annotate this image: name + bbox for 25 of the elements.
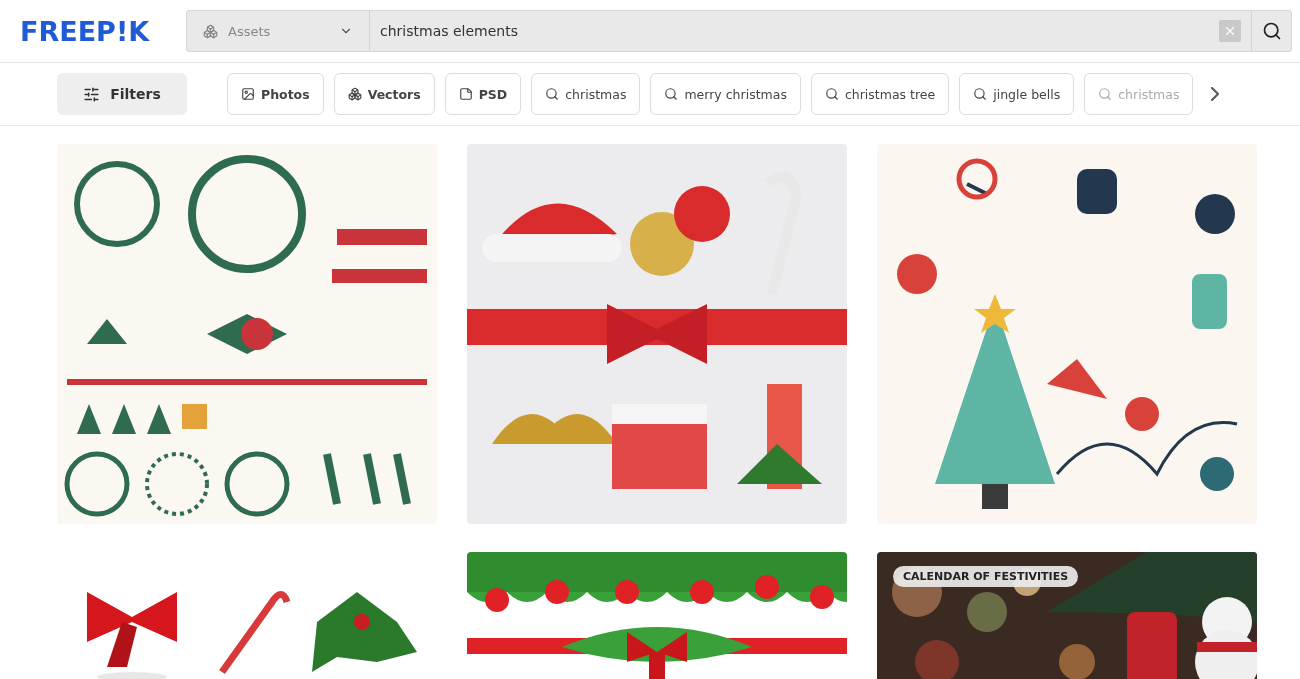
filters-button[interactable]: Filters (57, 73, 187, 115)
suggestion-chip[interactable]: merry christmas (650, 73, 801, 115)
category-icon (347, 87, 362, 101)
search-value: christmas elements (379, 23, 519, 39)
search-icon (664, 87, 679, 101)
suggestion-chip[interactable]: jingle bells (959, 73, 1075, 115)
suggestion-chip[interactable]: christmas (531, 73, 641, 115)
close-icon (1223, 24, 1237, 38)
category-icon (458, 87, 473, 101)
category-chip[interactable]: Photos (227, 73, 324, 115)
search-icon (1098, 87, 1113, 101)
category-chip[interactable]: PSD (444, 73, 522, 115)
shapes-icon (203, 23, 218, 39)
category-chip[interactable]: Vectors (333, 73, 435, 115)
logo[interactable]: FREEP!K (20, 15, 166, 47)
search-icon (973, 87, 988, 101)
search-icon (545, 87, 560, 101)
chevron-right-icon (1211, 87, 1220, 101)
search-icon (1261, 21, 1282, 41)
sliders-icon (83, 85, 101, 103)
collection-badge: CALENDAR OF FESTIVITIES (893, 566, 1079, 587)
category-icon (241, 87, 255, 101)
suggestion-chip[interactable]: christmas tree (810, 73, 950, 115)
search-field[interactable]: Assets christmas elements (186, 10, 1292, 52)
search-icon (824, 87, 839, 101)
